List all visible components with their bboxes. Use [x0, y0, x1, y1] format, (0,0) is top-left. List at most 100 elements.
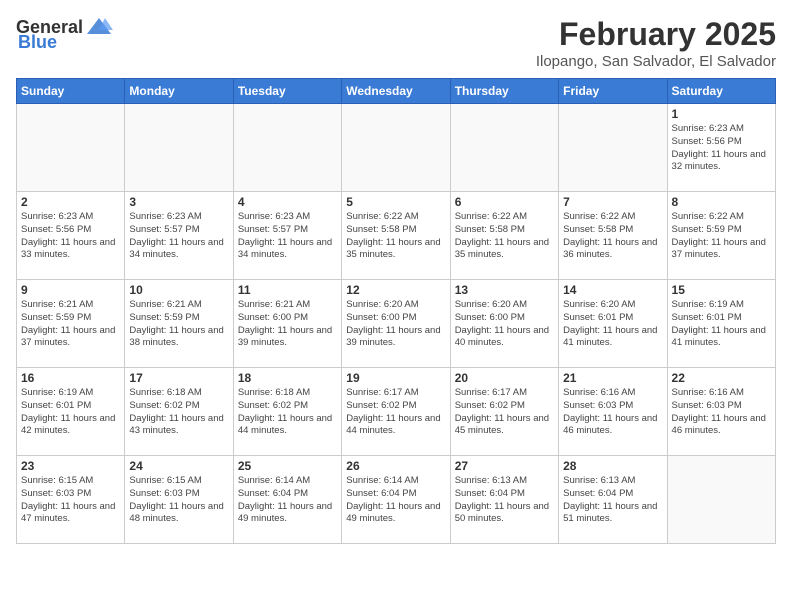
day-number: 4: [238, 195, 337, 209]
calendar-day-cell: 20 Sunrise: 6:17 AM Sunset: 6:02 PM Dayli…: [450, 368, 558, 456]
day-number: 5: [346, 195, 445, 209]
day-info: Sunrise: 6:22 AM Sunset: 5:58 PM Dayligh…: [563, 211, 662, 262]
calendar-day-cell: 11 Sunrise: 6:21 AM Sunset: 6:00 PM Dayli…: [233, 280, 341, 368]
day-number: 28: [563, 459, 662, 473]
day-info: Sunrise: 6:17 AM Sunset: 6:02 PM Dayligh…: [346, 387, 445, 438]
logo-blue-text: Blue: [18, 32, 57, 53]
calendar-header-row: SundayMondayTuesdayWednesdayThursdayFrid…: [17, 79, 776, 104]
day-info: Sunrise: 6:21 AM Sunset: 5:59 PM Dayligh…: [129, 299, 228, 350]
day-info: Sunrise: 6:20 AM Sunset: 6:00 PM Dayligh…: [346, 299, 445, 350]
page-header: General Blue February 2025 Ilopango, San…: [16, 16, 776, 70]
calendar-day-cell: 26 Sunrise: 6:14 AM Sunset: 6:04 PM Dayli…: [342, 456, 450, 544]
day-of-week-header: Sunday: [17, 79, 125, 104]
calendar-day-cell: 10 Sunrise: 6:21 AM Sunset: 5:59 PM Dayli…: [125, 280, 233, 368]
day-number: 10: [129, 283, 228, 297]
day-number: 15: [672, 283, 771, 297]
calendar-day-cell: 9Sunrise: 6:21 AM Sunset: 5:59 PM Daylig…: [17, 280, 125, 368]
calendar-week-row: 16 Sunrise: 6:19 AM Sunset: 6:01 PM Dayli…: [17, 368, 776, 456]
day-info: Sunrise: 6:18 AM Sunset: 6:02 PM Dayligh…: [238, 387, 337, 438]
calendar-day-cell: 8 Sunrise: 6:22 AM Sunset: 5:59 PM Daylig…: [667, 192, 775, 280]
calendar-day-cell: 28 Sunrise: 6:13 AM Sunset: 6:04 PM Dayli…: [559, 456, 667, 544]
calendar-day-cell: [342, 104, 450, 192]
calendar-day-cell: [450, 104, 558, 192]
calendar-day-cell: 17Sunrise: 6:18 AM Sunset: 6:02 PM Dayli…: [125, 368, 233, 456]
day-info: Sunrise: 6:16 AM Sunset: 6:03 PM Dayligh…: [672, 387, 771, 438]
calendar-day-cell: 1 Sunrise: 6:23 AM Sunset: 5:56 PM Daylig…: [667, 104, 775, 192]
calendar-day-cell: [233, 104, 341, 192]
day-number: 23: [21, 459, 120, 473]
day-number: 20: [455, 371, 554, 385]
calendar-day-cell: 19 Sunrise: 6:17 AM Sunset: 6:02 PM Dayli…: [342, 368, 450, 456]
day-number: 11: [238, 283, 337, 297]
calendar-week-row: 9 Sunrise: 6:21 AM Sunset: 5:59 PM Daylig…: [17, 280, 776, 368]
calendar-day-cell: [667, 456, 775, 544]
calendar-day-cell: 4 Sunrise: 6:23 AM Sunset: 5:57 PM Daylig…: [233, 192, 341, 280]
day-info: Sunrise: 6:20 AM Sunset: 6:01 PM Dayligh…: [563, 299, 662, 350]
day-info: Sunrise: 6:21 AM Sunset: 6:00 PM Dayligh…: [238, 299, 337, 350]
month-year-title: February 2025: [536, 16, 776, 53]
day-info: Sunrise: 6:14 AM Sunset: 6:04 PM Dayligh…: [346, 475, 445, 526]
day-number: 14: [563, 283, 662, 297]
calendar-day-cell: 5 Sunrise: 6:22 AM Sunset: 5:58 PM Daylig…: [342, 192, 450, 280]
day-number: 26: [346, 459, 445, 473]
calendar-day-cell: [17, 104, 125, 192]
day-number: 9: [21, 283, 120, 297]
calendar-day-cell: 7 Sunrise: 6:22 AM Sunset: 5:58 PM Daylig…: [559, 192, 667, 280]
day-info: Sunrise: 6:15 AM Sunset: 6:03 PM Dayligh…: [129, 475, 228, 526]
calendar-day-cell: 13Sunrise: 6:20 AM Sunset: 6:00 PM Dayli…: [450, 280, 558, 368]
day-of-week-header: Saturday: [667, 79, 775, 104]
calendar-day-cell: 16 Sunrise: 6:19 AM Sunset: 6:01 PM Dayli…: [17, 368, 125, 456]
day-number: 12: [346, 283, 445, 297]
location-subtitle: Ilopango, San Salvador, El Salvador: [536, 53, 776, 70]
calendar-table: SundayMondayTuesdayWednesdayThursdayFrid…: [16, 78, 776, 544]
day-number: 2: [21, 195, 120, 209]
calendar-week-row: 23 Sunrise: 6:15 AM Sunset: 6:03 PM Dayli…: [17, 456, 776, 544]
day-info: Sunrise: 6:19 AM Sunset: 6:01 PM Dayligh…: [672, 299, 771, 350]
day-info: Sunrise: 6:16 AM Sunset: 6:03 PM Dayligh…: [563, 387, 662, 438]
calendar-day-cell: 2 Sunrise: 6:23 AM Sunset: 5:56 PM Daylig…: [17, 192, 125, 280]
day-info: Sunrise: 6:13 AM Sunset: 6:04 PM Dayligh…: [455, 475, 554, 526]
logo: General Blue: [16, 16, 113, 53]
day-number: 18: [238, 371, 337, 385]
calendar-day-cell: [559, 104, 667, 192]
day-number: 25: [238, 459, 337, 473]
day-number: 7: [563, 195, 662, 209]
calendar-week-row: 1 Sunrise: 6:23 AM Sunset: 5:56 PM Daylig…: [17, 104, 776, 192]
day-number: 21: [563, 371, 662, 385]
day-number: 24: [129, 459, 228, 473]
day-number: 19: [346, 371, 445, 385]
calendar-day-cell: 15 Sunrise: 6:19 AM Sunset: 6:01 PM Dayli…: [667, 280, 775, 368]
day-info: Sunrise: 6:23 AM Sunset: 5:57 PM Dayligh…: [238, 211, 337, 262]
calendar-day-cell: 3 Sunrise: 6:23 AM Sunset: 5:57 PM Daylig…: [125, 192, 233, 280]
day-info: Sunrise: 6:23 AM Sunset: 5:56 PM Dayligh…: [672, 123, 771, 174]
day-number: 16: [21, 371, 120, 385]
calendar-week-row: 2 Sunrise: 6:23 AM Sunset: 5:56 PM Daylig…: [17, 192, 776, 280]
calendar-day-cell: 18 Sunrise: 6:18 AM Sunset: 6:02 PM Dayli…: [233, 368, 341, 456]
calendar-day-cell: 14 Sunrise: 6:20 AM Sunset: 6:01 PM Dayli…: [559, 280, 667, 368]
day-number: 6: [455, 195, 554, 209]
day-info: Sunrise: 6:19 AM Sunset: 6:01 PM Dayligh…: [21, 387, 120, 438]
calendar-day-cell: 24 Sunrise: 6:15 AM Sunset: 6:03 PM Dayli…: [125, 456, 233, 544]
day-number: 1: [672, 107, 771, 121]
day-of-week-header: Thursday: [450, 79, 558, 104]
calendar-day-cell: [125, 104, 233, 192]
day-info: Sunrise: 6:22 AM Sunset: 5:59 PM Dayligh…: [672, 211, 771, 262]
calendar-day-cell: 12 Sunrise: 6:20 AM Sunset: 6:00 PM Dayli…: [342, 280, 450, 368]
day-of-week-header: Friday: [559, 79, 667, 104]
day-number: 8: [672, 195, 771, 209]
day-info: Sunrise: 6:13 AM Sunset: 6:04 PM Dayligh…: [563, 475, 662, 526]
day-info: Sunrise: 6:23 AM Sunset: 5:57 PM Dayligh…: [129, 211, 228, 262]
day-of-week-header: Monday: [125, 79, 233, 104]
title-area: February 2025 Ilopango, San Salvador, El…: [536, 16, 776, 70]
calendar-day-cell: 27Sunrise: 6:13 AM Sunset: 6:04 PM Dayli…: [450, 456, 558, 544]
day-info: Sunrise: 6:18 AM Sunset: 6:02 PM Dayligh…: [129, 387, 228, 438]
day-number: 13: [455, 283, 554, 297]
logo-icon: [85, 16, 113, 38]
calendar-day-cell: 22Sunrise: 6:16 AM Sunset: 6:03 PM Dayli…: [667, 368, 775, 456]
day-info: Sunrise: 6:15 AM Sunset: 6:03 PM Dayligh…: [21, 475, 120, 526]
day-number: 3: [129, 195, 228, 209]
day-info: Sunrise: 6:17 AM Sunset: 6:02 PM Dayligh…: [455, 387, 554, 438]
day-info: Sunrise: 6:22 AM Sunset: 5:58 PM Dayligh…: [346, 211, 445, 262]
day-of-week-header: Tuesday: [233, 79, 341, 104]
day-info: Sunrise: 6:23 AM Sunset: 5:56 PM Dayligh…: [21, 211, 120, 262]
